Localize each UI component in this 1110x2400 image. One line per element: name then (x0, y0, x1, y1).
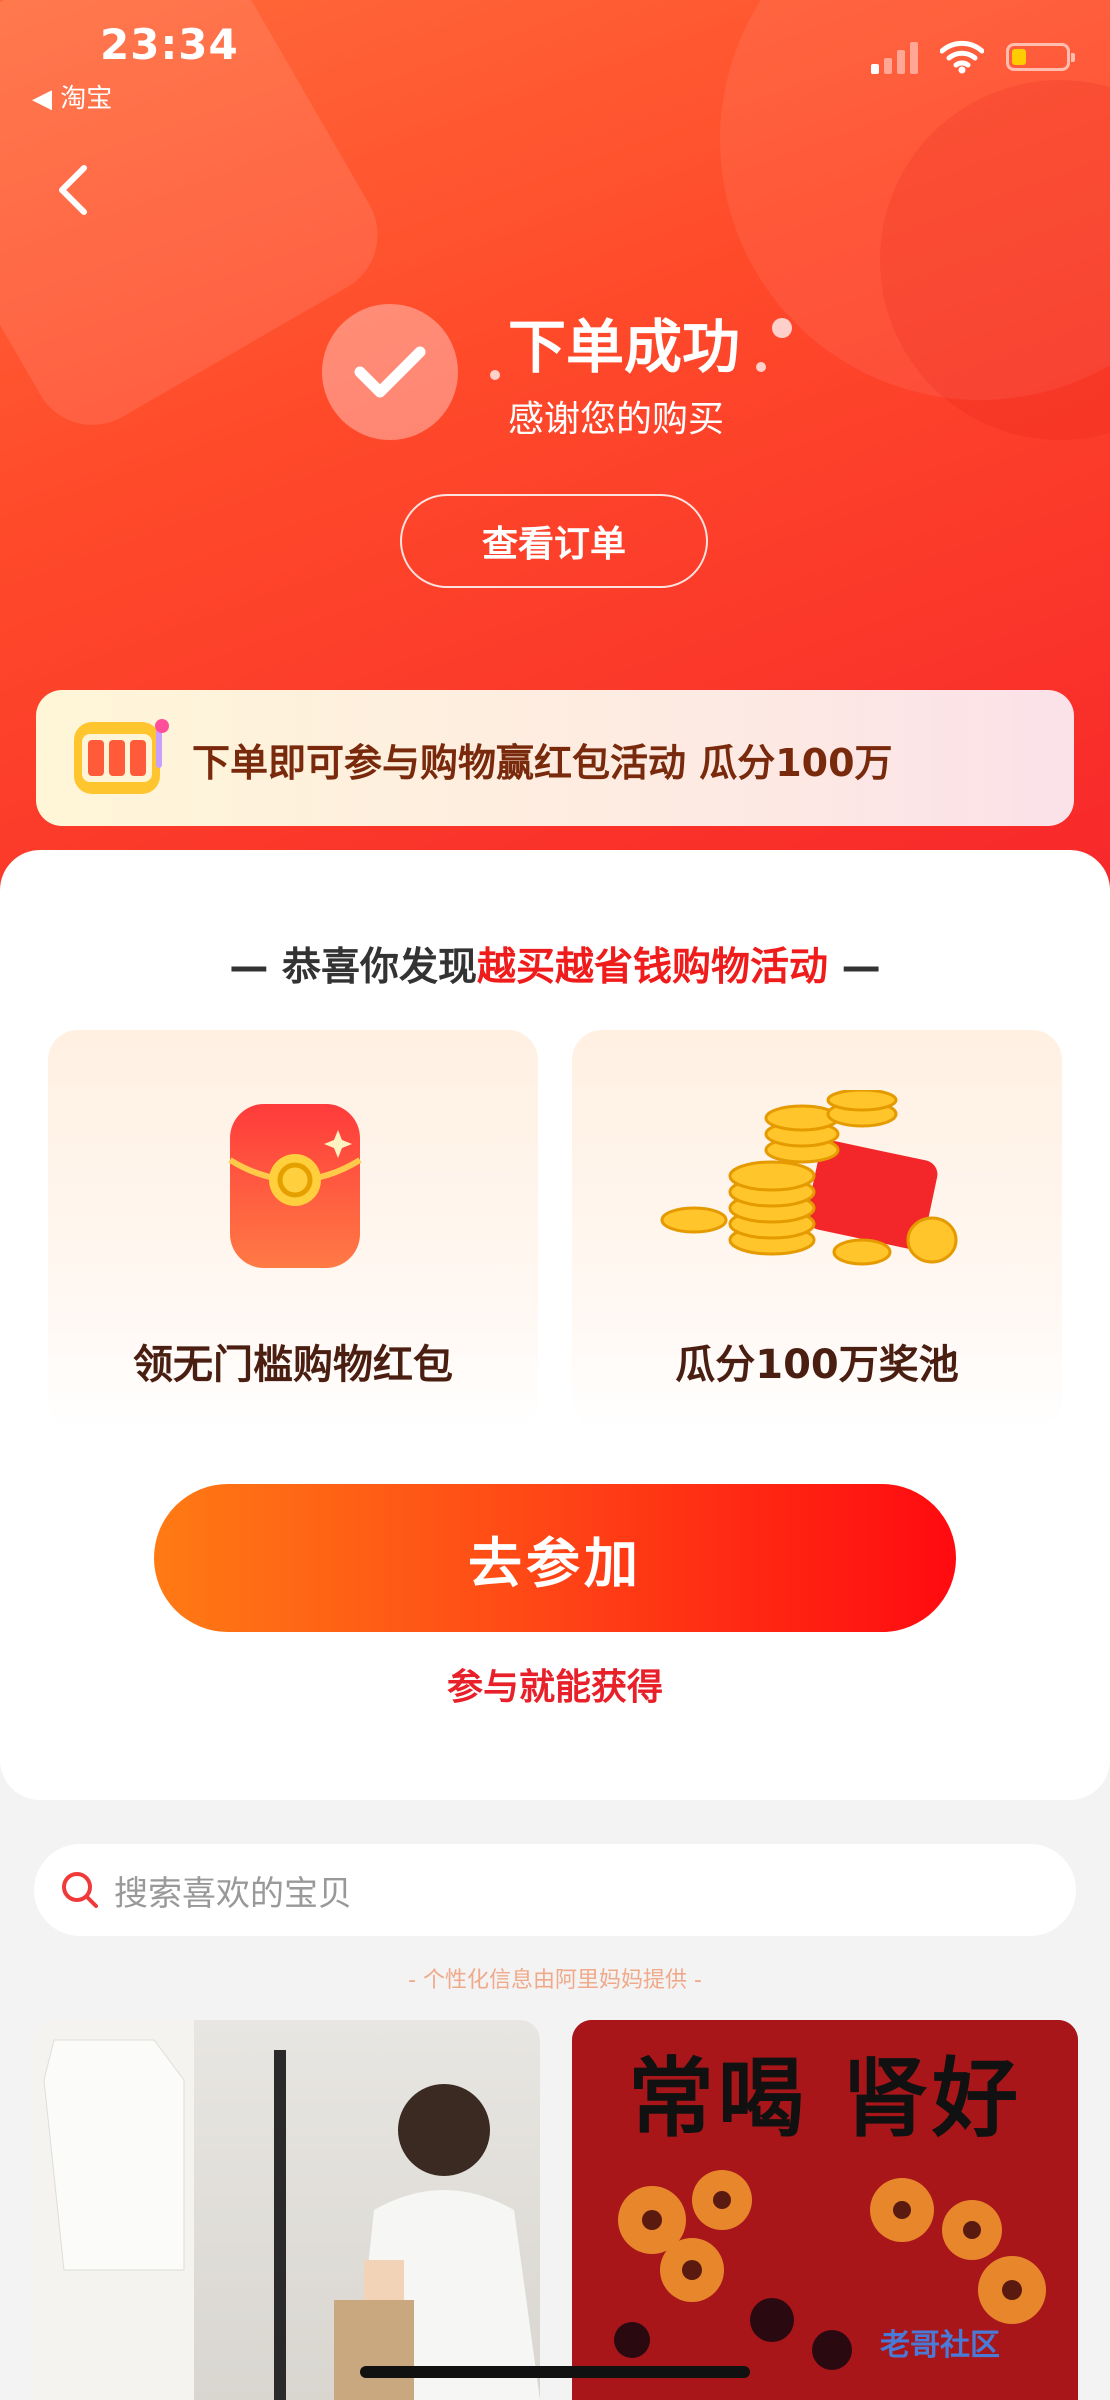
hero-header: 23:34 ◀ 淘宝 下单成功 感谢您的购买 查看订单 下单即可参与购物赢红包活… (0, 0, 1110, 920)
search-icon (62, 1872, 98, 1908)
search-bar[interactable]: 搜索喜欢的宝贝 (34, 1844, 1076, 1936)
banner-text: 下单即可参与购物赢红包活动 瓜分100万 (192, 741, 893, 785)
status-time: 23:34 (100, 20, 239, 69)
promo-headline: — 恭喜你发现越买越省钱购物活动 — (0, 936, 1110, 992)
wifi-icon (940, 40, 984, 74)
sparkle-dot (756, 362, 766, 372)
tile-prize-pool[interactable]: 瓜分100万奖池 (572, 1030, 1062, 1430)
page-title: 下单成功 (508, 313, 741, 381)
page-subtitle: 感谢您的购买 (508, 399, 725, 440)
tile-label: 领无门槛购物红包 (133, 1342, 453, 1388)
sparkle-dot (772, 318, 792, 338)
join-note: 参与就能获得 (446, 1667, 663, 1708)
sparkle-dot (490, 370, 500, 380)
slot-machine-icon (74, 719, 169, 794)
battery-icon (1006, 43, 1075, 71)
tile-label: 瓜分100万奖池 (675, 1342, 959, 1388)
signal-icon (871, 40, 918, 74)
status-icons (871, 40, 1075, 74)
home-indicator[interactable] (360, 2366, 750, 2378)
product-image-photo (34, 2020, 540, 2400)
product-headline: 常喝 肾好 (628, 2049, 1022, 2149)
product-card-left[interactable] (34, 2020, 540, 2400)
product-card-right[interactable]: 常喝 肾好 (572, 2020, 1078, 2400)
headline-highlight: 越买越省钱购物活动 (476, 945, 828, 990)
headline-suffix: — (828, 945, 881, 990)
promo-card: — 恭喜你发现越买越省钱购物活动 — 领无门槛购物红包 瓜分100万奖池 去参加… (0, 850, 1110, 1800)
red-envelope-icon (228, 1104, 362, 1268)
gold-coins-icon (660, 1090, 958, 1266)
back-to-app-link[interactable]: ◀ 淘宝 (32, 78, 112, 115)
tile-red-envelope[interactable]: 领无门槛购物红包 (48, 1030, 538, 1430)
headline-prefix: — 恭喜你发现 (229, 945, 477, 990)
view-order-button[interactable]: 查看订单 (400, 494, 708, 588)
success-check-icon (322, 304, 458, 440)
join-button[interactable]: 去参加 (154, 1484, 956, 1632)
provider-note: - 个性化信息由阿里妈妈提供 - (408, 1968, 702, 1993)
search-input[interactable]: 搜索喜欢的宝贝 (114, 1866, 352, 1915)
watermark: 老哥社区 (880, 2328, 1000, 2363)
back-arrow-icon[interactable] (50, 160, 100, 220)
promo-banner[interactable]: 下单即可参与购物赢红包活动 瓜分100万 (36, 690, 1074, 826)
